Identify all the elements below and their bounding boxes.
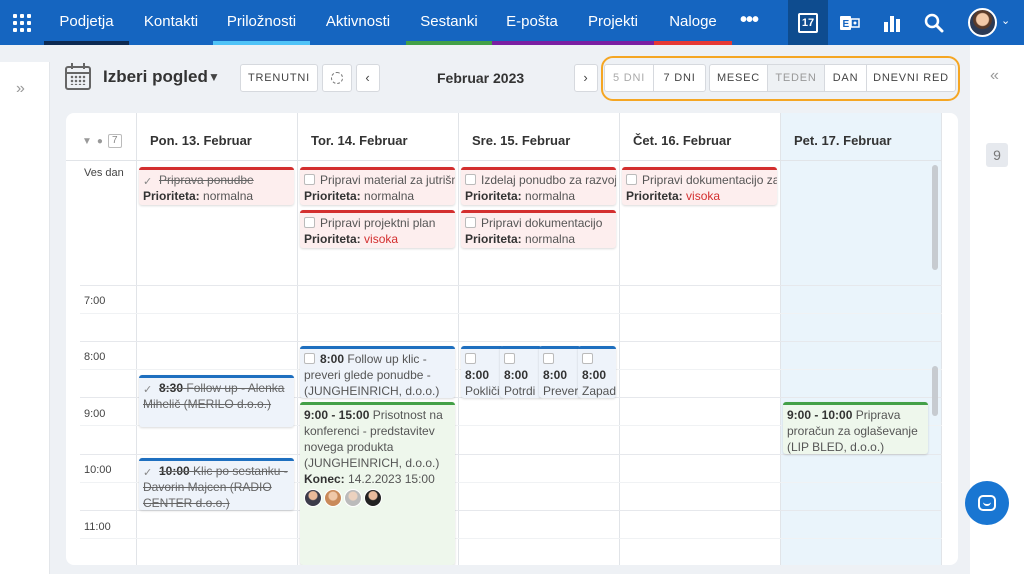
time-label: 9:00 bbox=[84, 408, 106, 420]
header-filter-controls: ▼ ● 7 bbox=[82, 134, 122, 148]
attendee-avatar[interactable] bbox=[304, 489, 322, 507]
current-period-label: Februar 2023 bbox=[437, 70, 525, 86]
next-period-button[interactable]: › bbox=[574, 64, 598, 92]
calendar-event[interactable]: 8:00 Pokliči glede bbox=[461, 346, 504, 398]
time-label: 11:00 bbox=[84, 521, 111, 533]
allday-task[interactable]: Pripravi material za jutrišnji sestanek … bbox=[300, 167, 455, 205]
calendar-event[interactable]: 8:00 Zapad bbox=[578, 346, 616, 398]
attendee-avatar[interactable] bbox=[344, 489, 362, 507]
top-navigation: Podjetja Kontakti Priložnosti Aktivnosti… bbox=[0, 0, 1024, 45]
allday-task[interactable]: Pripravi dokumentacijo za Prioriteta: vi… bbox=[622, 167, 777, 205]
svg-text:E: E bbox=[843, 19, 850, 30]
allday-task[interactable]: Pripravi dokumentacijo Prioriteta: norma… bbox=[461, 210, 616, 248]
user-icon[interactable]: ● bbox=[97, 136, 103, 147]
expand-sidebar-icon[interactable]: » bbox=[16, 80, 25, 98]
day-view-button[interactable]: DAN bbox=[825, 65, 867, 91]
calendar-icon[interactable]: 17 bbox=[788, 0, 828, 45]
days-range-toggle: 5 DNI 7 DNI bbox=[604, 64, 706, 92]
checkmark-icon[interactable]: ✓ bbox=[143, 177, 154, 188]
allday-task[interactable]: ✓ Priprava ponudbe Prioriteta: normalna bbox=[139, 167, 294, 205]
user-avatar[interactable] bbox=[968, 8, 997, 37]
left-sidebar-collapsed: » bbox=[0, 62, 50, 574]
all-day-label: Ves dan bbox=[84, 167, 124, 179]
calendar-meeting[interactable]: 9:00 - 10:00 Priprava proračun za oglaše… bbox=[783, 402, 928, 454]
month-view-button[interactable]: MESEC bbox=[710, 65, 768, 91]
notification-count-badge[interactable]: 9 bbox=[986, 143, 1008, 167]
calendar-event[interactable]: ✓ 8:30 Follow up - Alenka Mihelič (MERILO… bbox=[139, 375, 294, 427]
attendee-avatar[interactable] bbox=[324, 489, 342, 507]
nav-item-aktivnosti[interactable]: Aktivnosti bbox=[310, 0, 406, 45]
support-chat-button[interactable] bbox=[965, 481, 1009, 525]
day-header-wednesday: Sre. 15. Februar bbox=[472, 133, 571, 148]
calendar-meeting[interactable]: 9:00 - 15:00 Prisotnost na konferenci - … bbox=[300, 402, 455, 565]
task-checkbox[interactable] bbox=[504, 353, 515, 364]
attendee-avatar[interactable] bbox=[364, 489, 382, 507]
task-checkbox[interactable] bbox=[465, 217, 476, 228]
calendar-event[interactable]: 8:00 Prever glede bbox=[539, 346, 581, 398]
nav-item-sestanki[interactable]: Sestanki bbox=[406, 0, 492, 45]
view-mode-toggle: MESEC TEDEN DAN DNEVNI RED bbox=[709, 64, 956, 92]
checkmark-icon[interactable]: ✓ bbox=[143, 385, 154, 396]
agenda-view-button[interactable]: DNEVNI RED bbox=[867, 65, 955, 91]
allday-task[interactable]: Izdelaj ponudbo za razvoj Prioriteta: no… bbox=[461, 167, 616, 205]
checkmark-icon[interactable]: ✓ bbox=[143, 468, 154, 479]
day-header-thursday: Čet. 16. Februar bbox=[633, 133, 732, 148]
nav-item-projekti[interactable]: Projekti bbox=[572, 0, 654, 45]
attendees bbox=[304, 489, 452, 507]
task-checkbox[interactable] bbox=[304, 174, 315, 185]
day-header-tuesday: Tor. 14. Februar bbox=[311, 133, 408, 148]
reports-chart-icon[interactable] bbox=[872, 0, 912, 45]
task-checkbox[interactable] bbox=[304, 353, 315, 364]
nav-item-priloznosti[interactable]: Priložnosti bbox=[213, 0, 310, 45]
calendar-event[interactable]: 8:00 Potrdi sestan bbox=[500, 346, 542, 398]
time-label: 7:00 bbox=[84, 295, 106, 307]
exchange-sync-icon[interactable]: E bbox=[830, 0, 870, 45]
chevron-down-icon[interactable]: ⌄ bbox=[1001, 14, 1010, 27]
task-checkbox[interactable] bbox=[543, 353, 554, 364]
filter-icon[interactable]: ▼ bbox=[82, 136, 92, 147]
task-checkbox[interactable] bbox=[304, 217, 315, 228]
more-menu-button[interactable]: ••• bbox=[734, 0, 764, 45]
day-header-friday: Pet. 17. Februar bbox=[794, 133, 892, 148]
today-button[interactable]: TRENUTNI bbox=[240, 64, 318, 92]
task-checkbox[interactable] bbox=[626, 174, 637, 185]
search-icon[interactable] bbox=[914, 0, 954, 45]
previous-period-button[interactable]: ‹ bbox=[356, 64, 380, 92]
nav-item-kontakti[interactable]: Kontakti bbox=[129, 0, 213, 45]
refresh-button[interactable] bbox=[322, 64, 352, 92]
time-label: 10:00 bbox=[84, 464, 112, 476]
calendar-event[interactable]: ✓ 10:00 Klic po sestanku - Davorin Majcen… bbox=[139, 458, 294, 510]
nav-item-naloge[interactable]: Naloge bbox=[654, 0, 732, 45]
nav-item-podjetja[interactable]: Podjetja bbox=[44, 0, 129, 45]
today-column-highlight bbox=[780, 113, 942, 565]
timeline-scrollbar[interactable] bbox=[932, 366, 938, 416]
chat-icon bbox=[978, 495, 996, 511]
allday-scrollbar[interactable] bbox=[932, 165, 938, 270]
five-days-button[interactable]: 5 DNI bbox=[605, 65, 654, 91]
calendar-week-grid: ▼ ● 7 Pon. 13. Februar Tor. 14. Februar … bbox=[66, 113, 958, 565]
week-view-button[interactable]: TEDEN bbox=[768, 65, 825, 91]
refresh-icon bbox=[331, 72, 343, 84]
day-header-row: ▼ ● 7 Pon. 13. Februar Tor. 14. Februar … bbox=[66, 113, 942, 161]
time-label: 8:00 bbox=[84, 351, 106, 363]
task-checkbox[interactable] bbox=[582, 353, 593, 364]
allday-task[interactable]: Pripravi projektni plan Prioriteta: viso… bbox=[300, 210, 455, 248]
task-checkbox[interactable] bbox=[465, 174, 476, 185]
calendar-view-icon bbox=[65, 63, 93, 91]
view-selector[interactable]: Izberi pogled bbox=[103, 67, 208, 87]
collapse-right-panel-icon[interactable]: « bbox=[990, 67, 999, 85]
apps-grid-icon[interactable] bbox=[0, 0, 44, 45]
nav-item-eposta[interactable]: E-pošta bbox=[492, 0, 572, 45]
task-checkbox[interactable] bbox=[465, 353, 476, 364]
participants-count: 7 bbox=[107, 134, 122, 148]
seven-days-button[interactable]: 7 DNI bbox=[654, 65, 705, 91]
day-header-monday: Pon. 13. Februar bbox=[150, 133, 252, 148]
chevron-down-icon[interactable]: ▼ bbox=[208, 70, 220, 84]
calendar-event[interactable]: 8:00 Follow up klic - preveri glede ponu… bbox=[300, 346, 455, 398]
